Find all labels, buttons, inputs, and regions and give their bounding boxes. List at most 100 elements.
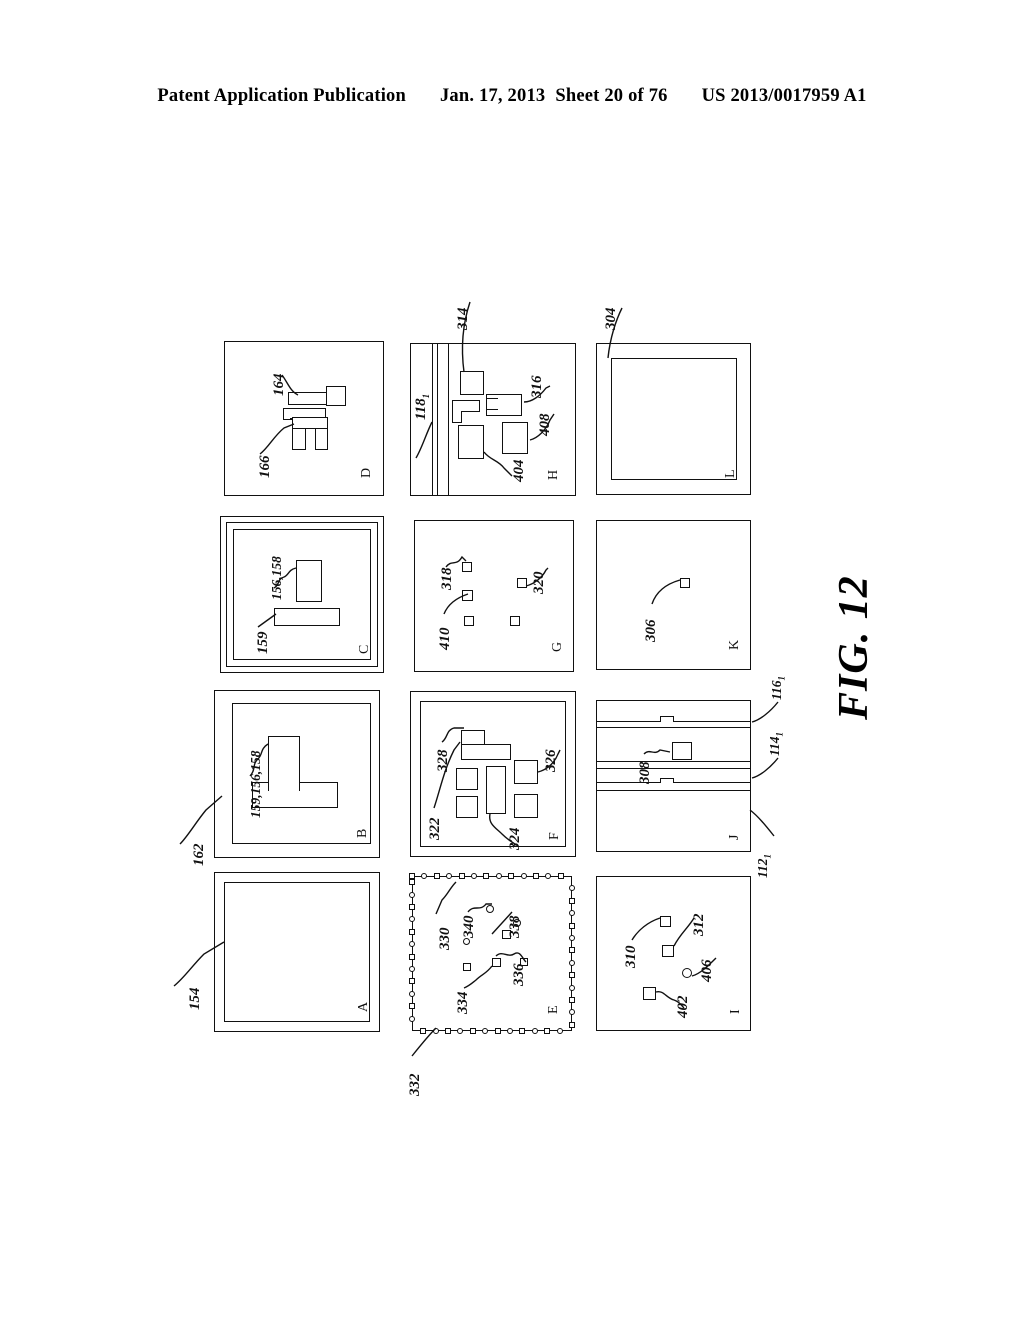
panel-f-letter: F — [547, 832, 562, 840]
ref-410: 410 — [437, 627, 453, 651]
panel-e-letter: E — [546, 1005, 561, 1014]
panel-j-bump-1 — [660, 716, 674, 722]
ref-320: 320 — [531, 571, 547, 595]
panel-c-feature-bar — [274, 608, 340, 626]
panel-k-leader-306 — [651, 579, 681, 605]
panel-e-border-bead — [445, 1028, 451, 1034]
ref-324: 324 — [507, 827, 523, 851]
panel-e-border-bead — [545, 873, 552, 879]
panel-e-border-bead — [569, 885, 575, 892]
panel-e-border-bead — [471, 873, 477, 879]
ref-306: 306 — [643, 619, 659, 643]
ref-308: 308 — [637, 761, 653, 785]
panel-e-border-bead — [494, 1028, 501, 1034]
panel-e-border-bead — [409, 873, 415, 879]
ref-322: 322 — [427, 817, 443, 841]
ref-156-158: 156,158 — [269, 556, 284, 600]
panel-e-border-bead — [569, 997, 575, 1003]
panel-l-inner-frame — [611, 358, 737, 480]
panel-j-letter: J — [727, 834, 742, 840]
panel-f-feature-block-tall — [486, 766, 506, 814]
panel-e-leader-334 — [463, 965, 493, 989]
ref-162: 162 — [191, 843, 207, 867]
panel-e-border-bead — [409, 928, 415, 935]
figure-caption: FIG. 12 — [831, 575, 877, 720]
drawing-sheet: 154 A 159,156,158 162 B 156,158 159 C 16… — [0, 0, 1024, 1320]
panel-c-leader-159 — [257, 613, 277, 628]
ref-402: 402 — [675, 995, 691, 1019]
panel-j-bump-2 — [660, 778, 674, 783]
panel-e-border-bead — [409, 891, 415, 898]
panel-e-border-bead — [409, 904, 415, 910]
panel-j-frame — [596, 700, 751, 852]
panel-e-border-bead — [544, 1028, 551, 1034]
panel-e-border-bead — [409, 1015, 415, 1022]
ref-114: 1141 — [767, 731, 785, 756]
ref-154: 154 — [187, 987, 203, 1011]
panel-j-leader-308 — [643, 749, 671, 755]
panel-e-border-bead — [520, 873, 527, 879]
panel-d-leader-166 — [259, 423, 295, 455]
panel-e-border-bead — [569, 1021, 575, 1028]
panel-e-leader-330 — [435, 881, 457, 915]
ref-164: 164 — [271, 373, 287, 397]
panel-h-feature-block-1 — [460, 371, 484, 395]
panel-e-border-bead — [531, 1028, 538, 1034]
panel-e-border-bead — [483, 873, 490, 879]
panel-e-border-bead — [569, 910, 575, 917]
panel-e-border-bead — [446, 873, 453, 879]
panel-a-letter: A — [356, 1001, 371, 1012]
panel-e-border-bead — [569, 984, 575, 991]
ref-316: 316 — [529, 375, 545, 399]
ref-116: 1161 — [769, 675, 787, 700]
panel-e-leader-332 — [411, 1027, 437, 1057]
panel-h-letter: H — [546, 469, 561, 480]
panel-g-feature-4 — [510, 616, 520, 626]
panel-j-feature-block — [672, 742, 692, 760]
panel-e-border-bead — [569, 922, 575, 929]
panel-e-border-bead — [409, 990, 415, 997]
ref-404: 404 — [511, 459, 527, 483]
panel-e-border-bead — [409, 953, 415, 960]
panel-g-leader-410 — [443, 593, 469, 615]
ref-406: 406 — [699, 959, 715, 983]
panel-d-feature-cross — [292, 417, 328, 429]
ref-112: 1121 — [755, 853, 773, 878]
panel-e-border-bead — [569, 1009, 575, 1016]
ref-334: 334 — [455, 991, 471, 1015]
panel-e-feature-1 — [463, 938, 470, 945]
panel-b-letter: B — [355, 828, 370, 838]
panel-c-letter: C — [357, 644, 372, 654]
ref-304: 304 — [603, 307, 619, 331]
panel-e-border-bead — [409, 1003, 415, 1010]
ref-340: 340 — [461, 915, 477, 939]
panel-e-border-bead — [519, 1028, 526, 1034]
panel-d-feature-tip — [326, 386, 346, 406]
ref-326: 326 — [543, 749, 559, 773]
panel-l-letter: L — [723, 469, 738, 478]
panel-e-border-bead — [457, 1028, 464, 1034]
panel-e-border-bead — [507, 1028, 513, 1034]
panel-f-leader-322 — [433, 741, 461, 809]
panel-j-leader-112 — [749, 809, 775, 837]
panel-e-border-bead — [409, 941, 415, 948]
panel-e-border-bead — [409, 978, 415, 985]
panel-e-border-bead — [569, 935, 575, 941]
panel-i-leader-310 — [631, 917, 661, 941]
ref-166: 166 — [257, 455, 273, 479]
panel-a-inner-frame — [224, 882, 370, 1022]
panel-h-feature-step-b — [452, 411, 462, 423]
ref-408: 408 — [537, 413, 553, 437]
panel-e-border-bead — [458, 873, 465, 879]
panel-e-border-bead — [495, 873, 502, 879]
panel-d-letter: D — [359, 467, 374, 478]
panel-e-border-bead — [569, 897, 575, 904]
panel-h-feature-notch — [486, 398, 498, 410]
ref-338: 338 — [507, 915, 523, 939]
ref-159-156-158: 159,156,158 — [248, 750, 263, 819]
panel-e-border-bead — [409, 879, 415, 886]
panel-e-border-bead — [569, 947, 575, 954]
panel-h-divider-2 — [437, 343, 438, 496]
ref-336: 336 — [511, 963, 527, 987]
panel-e-border-bead — [409, 966, 415, 972]
